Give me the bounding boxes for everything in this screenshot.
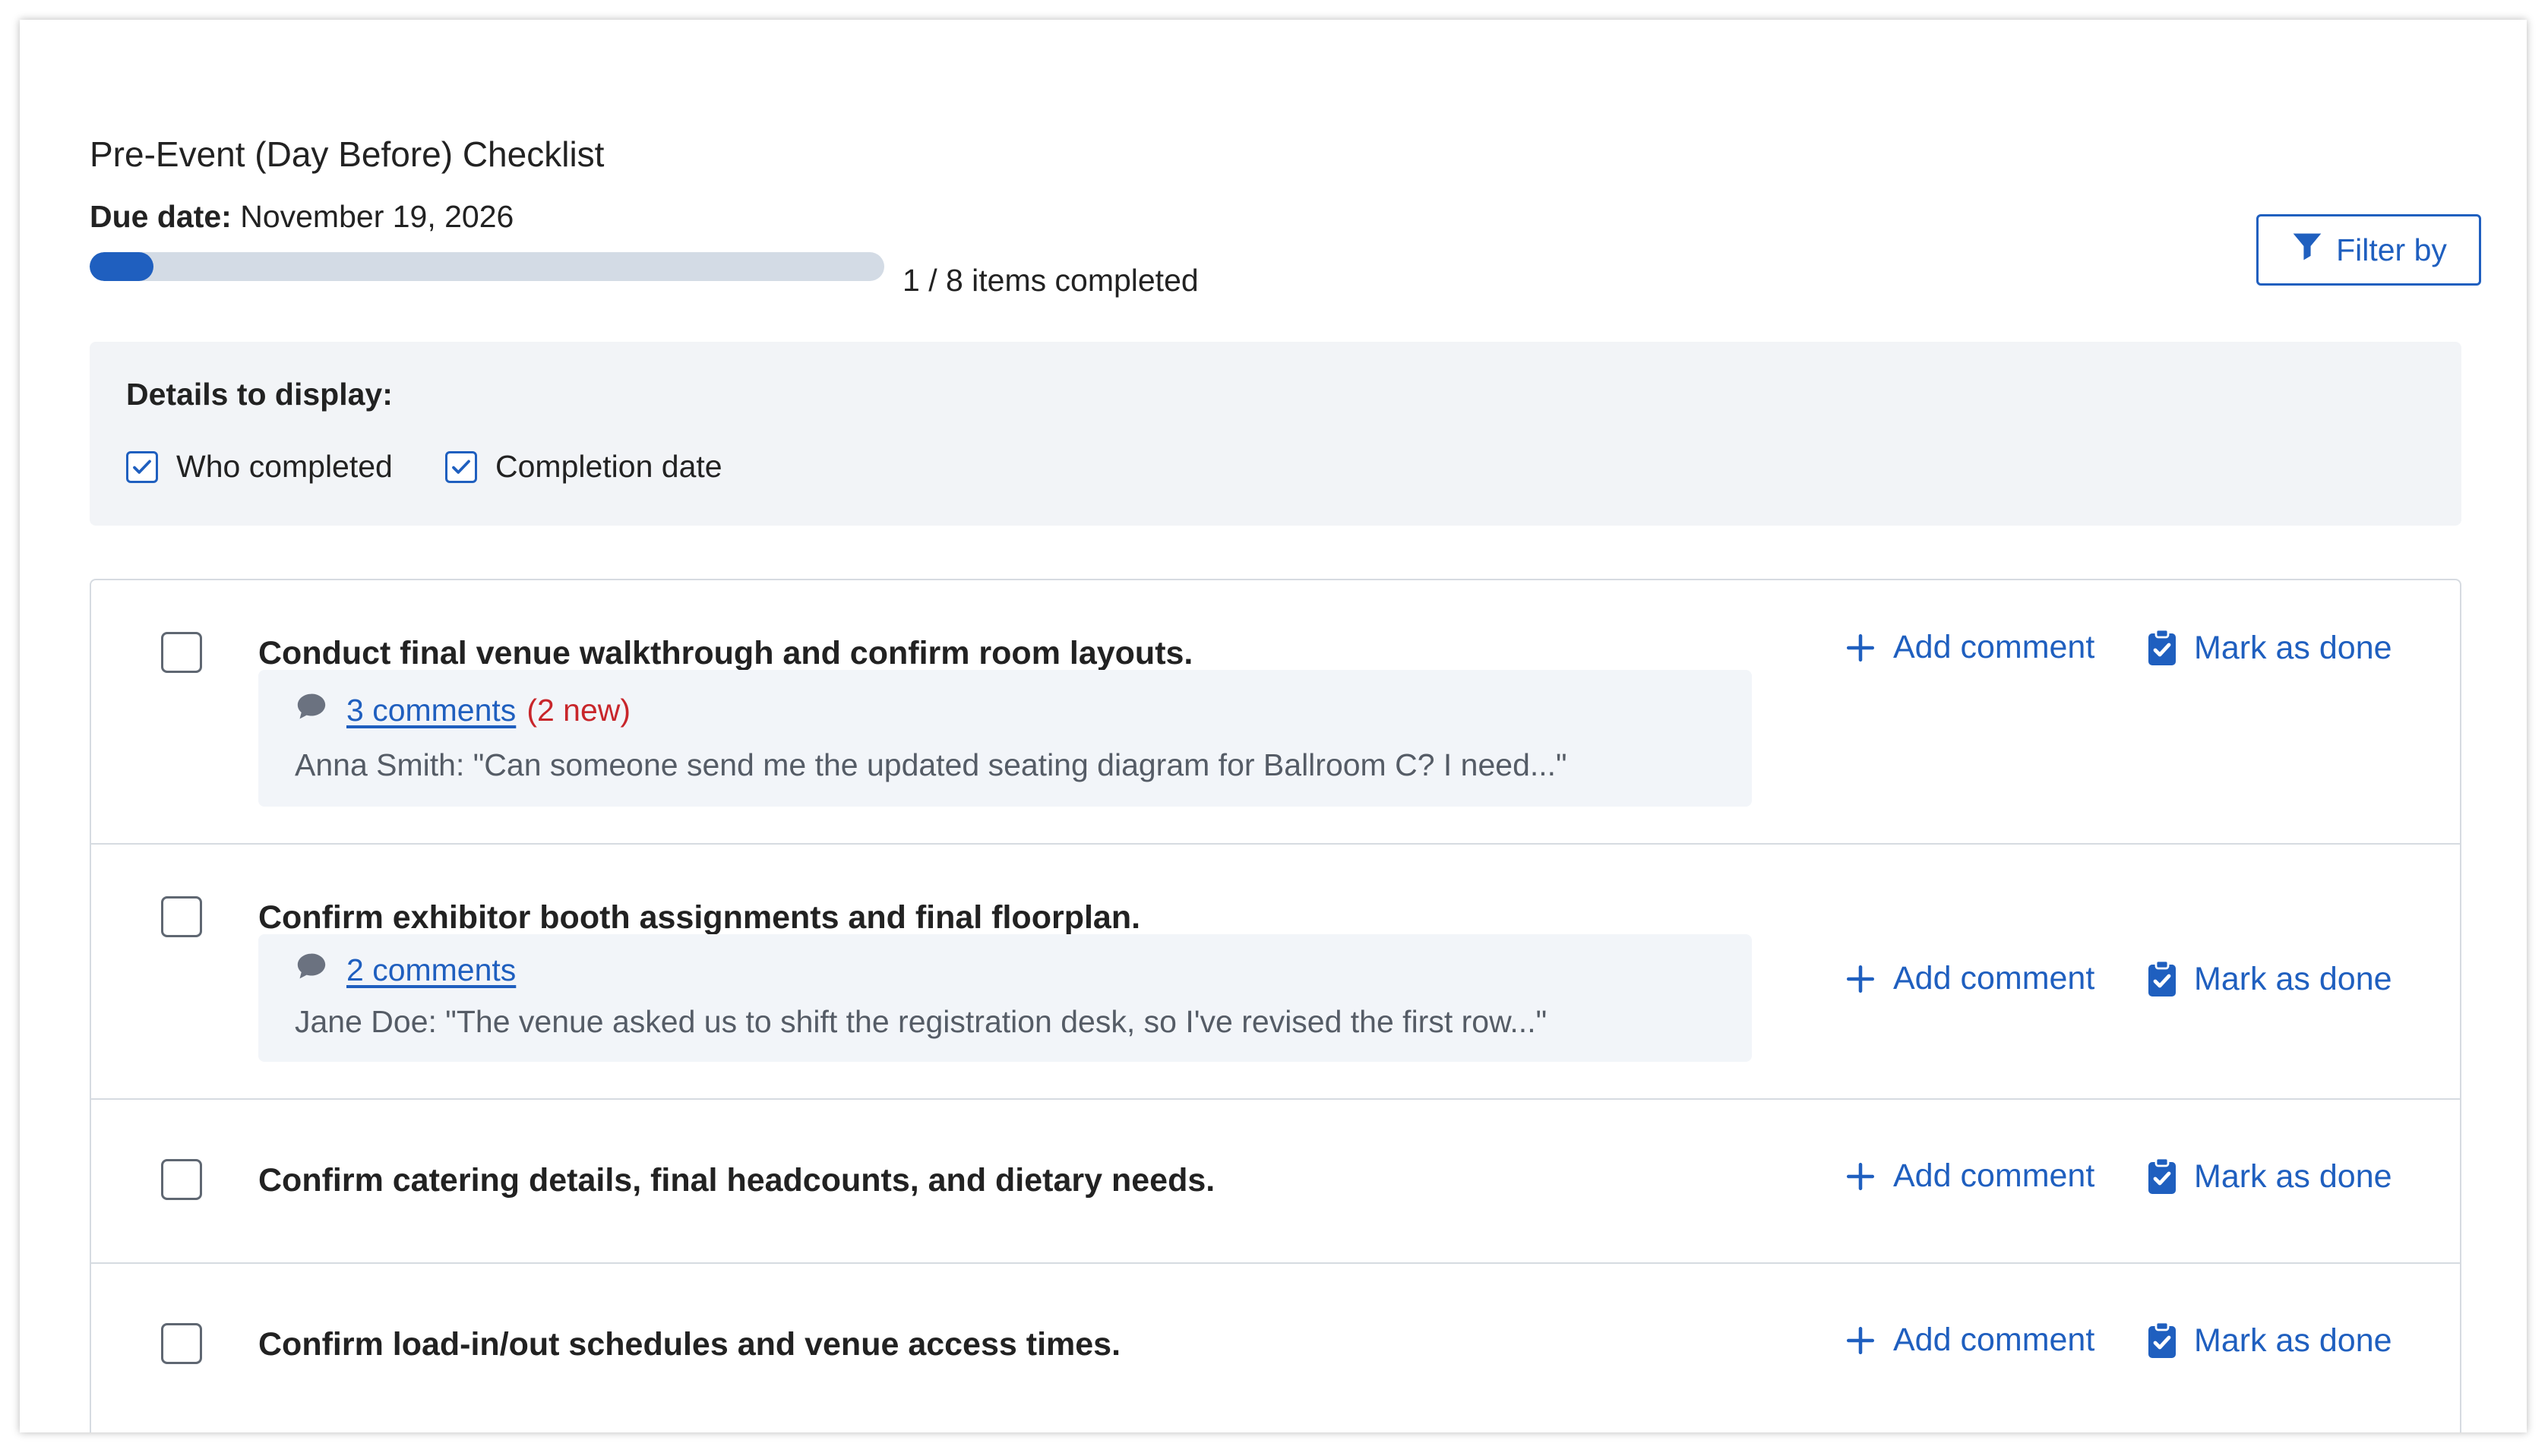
clipboard-check-icon [2148, 629, 2176, 665]
mark-as-done-label: Mark as done [2194, 1158, 2392, 1195]
add-comment-label: Add comment [1893, 1158, 2095, 1194]
progress-bar-fill [90, 252, 153, 281]
item-text: Confirm load-in/out schedules and venue … [258, 1326, 1121, 1363]
comment-snippet: Jane Doe: "The venue asked us to shift t… [295, 1004, 1547, 1039]
details-panel [90, 342, 2461, 526]
checklist-card: Pre-Event (Day Before) Checklist Due dat… [20, 20, 2527, 1432]
item-checkbox[interactable] [161, 896, 202, 937]
checklist-item: Confirm load-in/out schedules and venue … [91, 1262, 2460, 1429]
details-label: Details to display: [126, 377, 393, 412]
item-checkbox[interactable] [161, 1323, 202, 1364]
comment-preview: 2 comments Jane Doe: "The venue asked us… [258, 934, 1752, 1062]
filter-by-label: Filter by [2336, 232, 2447, 267]
comments-link[interactable]: 3 comments [346, 693, 516, 728]
plus-icon [1846, 1326, 1875, 1354]
checklist-items: Conduct final venue walkthrough and conf… [90, 579, 2461, 1432]
clipboard-check-icon [2148, 1322, 2176, 1358]
plus-icon [1846, 965, 1875, 993]
filter-by-button[interactable]: Filter by [2256, 214, 2481, 286]
item-checkbox[interactable] [161, 1159, 202, 1200]
add-comment-label: Add comment [1893, 629, 2095, 665]
comment-link-line: 3 comments (2 new) [295, 691, 631, 729]
check-icon [452, 460, 470, 474]
clipboard-check-icon [2148, 960, 2176, 996]
mark-as-done-button[interactable]: Mark as done [2147, 1158, 2392, 1195]
add-comment-label: Add comment [1893, 960, 2095, 996]
item-text: Conduct final venue walkthrough and conf… [258, 635, 1193, 671]
add-comment-label: Add comment [1893, 1322, 2095, 1358]
who-completed-checkbox[interactable] [126, 450, 158, 483]
who-completed-label: Who completed [176, 449, 393, 484]
add-comment-button[interactable]: Add comment [1845, 1322, 2094, 1359]
mark-as-done-label: Mark as done [2194, 629, 2392, 666]
checklist-item: Confirm catering details, final headcoun… [91, 1098, 2460, 1264]
item-text: Confirm exhibitor booth assignments and … [258, 899, 1141, 936]
completion-date-checkbox[interactable] [445, 450, 477, 483]
funnel-icon [2290, 229, 2324, 270]
mark-as-done-button[interactable]: Mark as done [2147, 629, 2392, 667]
comment-link-line: 2 comments [295, 951, 516, 989]
comments-link[interactable]: 2 comments [346, 952, 516, 988]
completion-date-label: Completion date [495, 449, 722, 484]
clipboard-check-icon [2148, 1158, 2176, 1194]
page-title: Pre-Event (Day Before) Checklist [90, 134, 605, 174]
mark-as-done-label: Mark as done [2194, 960, 2392, 997]
plus-icon [1846, 1162, 1875, 1190]
speech-bubble-icon [295, 691, 328, 729]
due-date-value: November 19, 2026 [240, 199, 514, 234]
add-comment-button[interactable]: Add comment [1845, 1158, 2094, 1195]
item-checkbox[interactable] [161, 632, 202, 673]
comment-snippet: Anna Smith: "Can someone send me the upd… [295, 747, 1567, 782]
mark-as-done-button[interactable]: Mark as done [2147, 960, 2392, 998]
new-comments-count: (2 new) [526, 692, 631, 728]
progress-text: 1 / 8 items completed [903, 263, 1199, 298]
mark-as-done-label: Mark as done [2194, 1322, 2392, 1359]
progress-bar [90, 252, 884, 281]
checklist-item: Confirm exhibitor booth assignments and … [91, 843, 2460, 1100]
add-comment-button[interactable]: Add comment [1845, 960, 2094, 997]
who-completed-option[interactable]: Who completed [126, 449, 393, 485]
plus-icon [1846, 633, 1875, 662]
add-comment-button[interactable]: Add comment [1845, 629, 2094, 666]
speech-bubble-icon [295, 951, 328, 989]
due-date-label: Due date: [90, 199, 232, 234]
completion-date-option[interactable]: Completion date [445, 449, 722, 485]
item-text: Confirm catering details, final headcoun… [258, 1162, 1216, 1199]
mark-as-done-button[interactable]: Mark as done [2147, 1322, 2392, 1360]
check-icon [133, 460, 151, 474]
due-date: Due date: November 19, 2026 [90, 199, 514, 235]
checklist-item: Conduct final venue walkthrough and conf… [91, 580, 2460, 845]
comment-preview: 3 comments (2 new) Anna Smith: "Can some… [258, 670, 1752, 807]
